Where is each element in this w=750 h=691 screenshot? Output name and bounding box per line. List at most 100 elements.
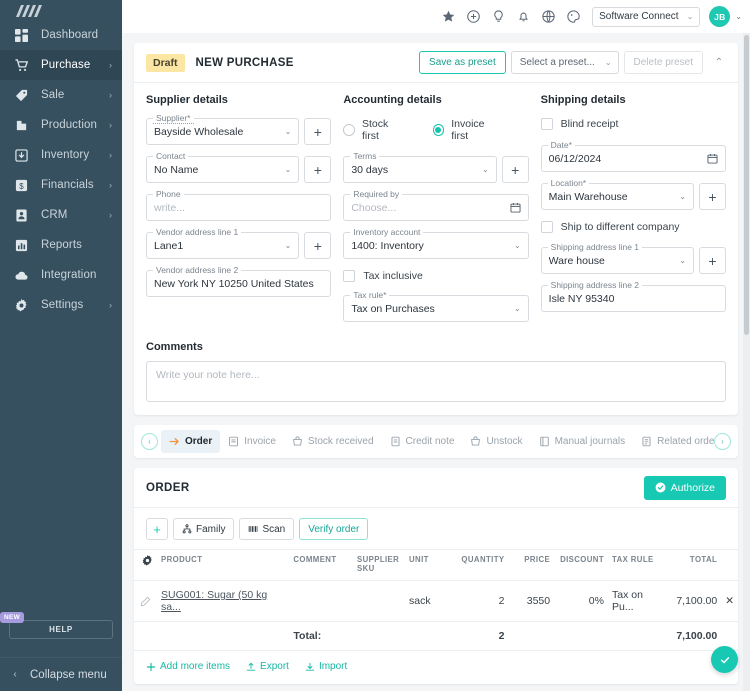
chevron-right-icon: › <box>109 61 112 70</box>
row-unit-cell[interactable]: sack <box>405 581 445 622</box>
save-as-preset-button[interactable]: Save as preset <box>419 51 506 74</box>
globe-icon[interactable] <box>536 4 561 29</box>
sidebar-item-label: Production <box>41 119 109 131</box>
add-vendor-address-button[interactable]: + <box>304 232 331 259</box>
help-button[interactable]: HELP <box>9 620 113 639</box>
close-icon: ✕ <box>725 595 734 607</box>
shipping-address-line1-value: Ware house <box>549 255 605 267</box>
family-label: Family <box>196 524 225 535</box>
verify-order-button[interactable]: Verify order <box>299 518 368 540</box>
collapse-section-caret-icon[interactable]: ⌃ <box>708 51 730 74</box>
add-more-items-link[interactable]: Add more items <box>146 661 230 672</box>
sidebar-item-settings[interactable]: Settings › <box>0 290 122 320</box>
lightbulb-icon[interactable] <box>486 4 511 29</box>
radio-stock-first[interactable]: Stock first <box>343 118 406 142</box>
row-price-cell[interactable]: 3550 <box>508 581 554 622</box>
export-icon <box>246 662 256 672</box>
contact-select[interactable]: Contact No Name ⌄ <box>146 156 299 183</box>
collapse-menu-button[interactable]: ‹ Collapse menu <box>0 657 122 691</box>
bell-icon[interactable] <box>511 4 536 29</box>
brand-logo[interactable] <box>0 0 122 18</box>
sidebar-item-production[interactable]: Production › <box>0 110 122 140</box>
user-menu[interactable]: JB ⌄ <box>709 6 742 27</box>
column-settings-button[interactable] <box>134 550 157 581</box>
vendor-address-line1-select[interactable]: Vendor address line 1 Lane1 ⌄ <box>146 232 299 259</box>
confirm-fab-button[interactable] <box>711 646 738 673</box>
required-by-date-input[interactable]: Required by Choose... <box>343 194 528 221</box>
sidebar-item-crm[interactable]: CRM › <box>0 200 122 230</box>
sidebar-item-purchase[interactable]: Purchase › <box>0 50 122 80</box>
product-link[interactable]: SUG001: Sugar (50 kg sa... <box>161 589 267 613</box>
sidebar-item-inventory[interactable]: Inventory › <box>0 140 122 170</box>
radio-invoice-first[interactable]: Invoice first <box>433 118 503 142</box>
column-header-unit: UNIT <box>405 550 445 581</box>
date-input[interactable]: Date* 06/12/2024 <box>541 145 726 172</box>
tabs-next-button[interactable]: › <box>714 433 731 450</box>
scrollbar-thumb[interactable] <box>744 35 749 335</box>
export-link[interactable]: Export <box>246 661 289 672</box>
order-card: ORDER Authorize + Family <box>134 468 738 684</box>
tabs-prev-button[interactable]: ‹ <box>141 433 158 450</box>
delete-preset-button[interactable]: Delete preset <box>624 51 703 74</box>
inventory-account-select[interactable]: Inventory account 1400: Inventory ⌄ <box>343 232 528 259</box>
add-contact-button[interactable]: + <box>304 156 331 183</box>
chevron-down-icon: ⌄ <box>510 241 521 250</box>
content-scrollbar[interactable] <box>743 33 750 691</box>
tax-inclusive-checkbox[interactable]: Tax inclusive <box>343 270 528 282</box>
shipping-address-line2-input[interactable]: Shipping address line 2 Isle NY 95340 <box>541 285 726 312</box>
row-tax-rule-cell[interactable]: Tax on Pu... <box>608 581 663 622</box>
add-location-button[interactable]: + <box>699 183 726 210</box>
sidebar-item-dashboard[interactable]: Dashboard <box>0 20 122 50</box>
import-link[interactable]: Import <box>305 661 347 672</box>
row-comment-cell[interactable] <box>289 581 353 622</box>
add-terms-button[interactable]: + <box>502 156 529 183</box>
sidebar-item-financials[interactable]: $ Financials › <box>0 170 122 200</box>
plus-circle-icon[interactable] <box>461 4 486 29</box>
select-preset-dropdown[interactable]: Select a preset... ⌄ <box>511 51 619 74</box>
supplier-select[interactable]: Supplier* Bayside Wholesale ⌄ <box>146 118 299 145</box>
sidebar-item-integration[interactable]: Integration <box>0 260 122 290</box>
star-icon[interactable] <box>436 4 461 29</box>
totals-spacer-3 <box>353 622 405 651</box>
tab-invoice[interactable]: Invoice <box>220 430 284 453</box>
row-edit-cell[interactable] <box>134 581 157 622</box>
location-select[interactable]: Location* Main Warehouse ⌄ <box>541 183 694 210</box>
palette-icon[interactable] <box>561 4 586 29</box>
scan-button[interactable]: Scan <box>239 518 294 540</box>
totals-spacer-6 <box>554 622 608 651</box>
tax-inclusive-label: Tax inclusive <box>363 270 423 282</box>
family-button[interactable]: Family <box>173 518 234 540</box>
calendar-icon[interactable] <box>510 202 521 213</box>
calendar-icon[interactable] <box>707 153 718 164</box>
add-supplier-button[interactable]: + <box>304 118 331 145</box>
tab-stock-received[interactable]: Stock received <box>284 430 382 453</box>
tab-unstock[interactable]: Unstock <box>462 430 530 453</box>
radio-invoice-first-label: Invoice first <box>451 118 502 142</box>
row-supplier-sku-cell[interactable] <box>353 581 405 622</box>
tab-related-orders[interactable]: Related orders <box>633 430 714 453</box>
blind-receipt-checkbox[interactable]: Blind receipt <box>541 118 726 130</box>
phone-input[interactable]: Phone write... <box>146 194 331 221</box>
supplier-label: Supplier* <box>153 113 194 124</box>
vendor-address-line2-input[interactable]: Vendor address line 2 New York NY 10250 … <box>146 270 331 297</box>
scan-label: Scan <box>262 524 285 535</box>
remove-row-button[interactable]: ✕ <box>721 581 738 622</box>
row-quantity-cell[interactable]: 2 <box>445 581 509 622</box>
shipping-address-line1-select[interactable]: Shipping address line 1 Ware house ⌄ <box>541 247 694 274</box>
add-shipping-address-button[interactable]: + <box>699 247 726 274</box>
tab-order[interactable]: Order <box>161 430 220 453</box>
tenant-selector[interactable]: Software Connect ⌄ <box>592 7 700 27</box>
authorize-button[interactable]: Authorize <box>644 476 726 500</box>
tab-manual-journals[interactable]: Manual journals <box>531 430 634 453</box>
row-discount-cell[interactable]: 0% <box>554 581 608 622</box>
tab-credit-note[interactable]: Credit note <box>382 430 463 453</box>
stock-invoice-radio-group: Stock first Invoice first <box>343 118 528 142</box>
ship-to-different-company-checkbox[interactable]: Ship to different company <box>541 221 726 233</box>
invoice-icon <box>228 436 239 447</box>
terms-select[interactable]: Terms 30 days ⌄ <box>343 156 496 183</box>
comments-textarea[interactable]: Write your note here... <box>146 361 726 402</box>
sidebar-item-sale[interactable]: Sale › <box>0 80 122 110</box>
tax-rule-select[interactable]: Tax rule* Tax on Purchases ⌄ <box>343 295 528 322</box>
add-line-button[interactable]: + <box>146 518 168 540</box>
sidebar-item-reports[interactable]: Reports <box>0 230 122 260</box>
